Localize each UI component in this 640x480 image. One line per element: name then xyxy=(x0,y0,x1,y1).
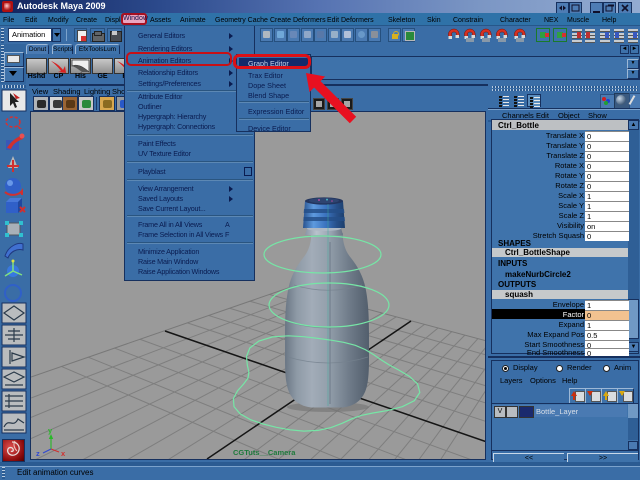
svg-text:x: x xyxy=(61,449,66,458)
svg-text:z: z xyxy=(36,449,40,458)
svg-text:y: y xyxy=(48,426,53,435)
svg-text:CGTuts__Camera: CGTuts__Camera xyxy=(233,448,296,457)
